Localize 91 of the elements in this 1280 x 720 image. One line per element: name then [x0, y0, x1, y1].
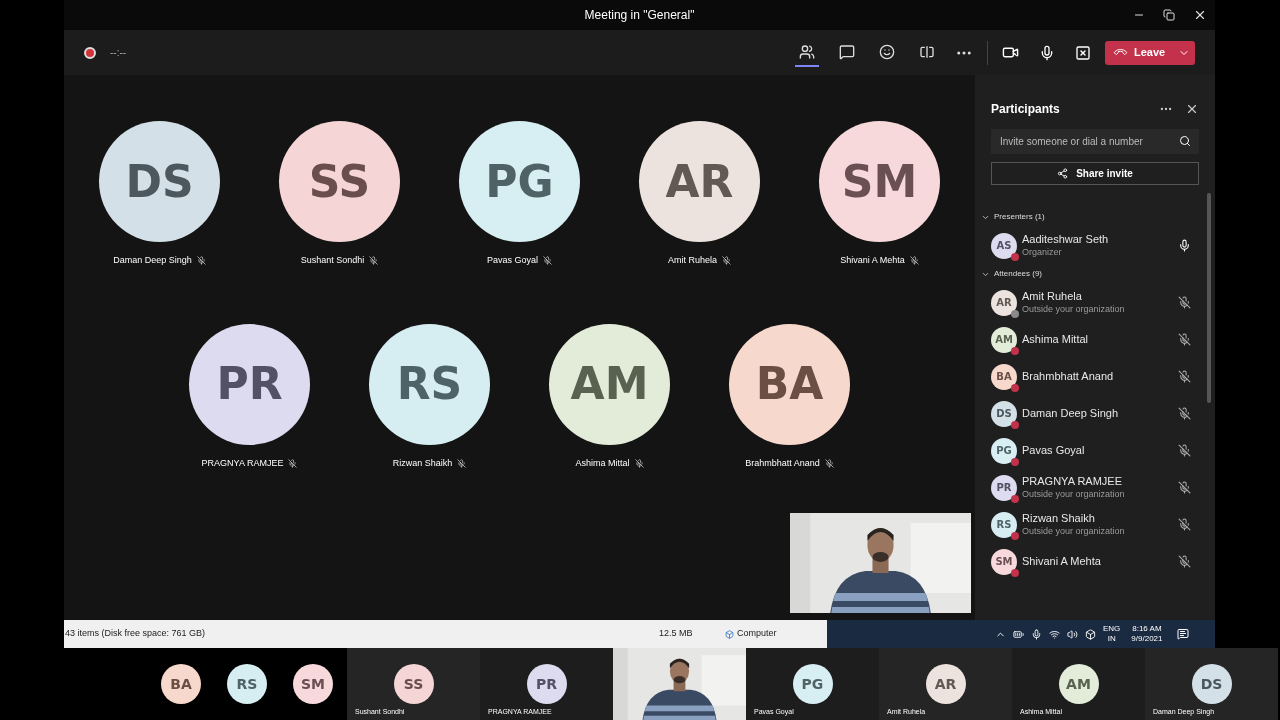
mic-icon[interactable]	[1031, 628, 1042, 640]
avatar: RS	[991, 511, 1017, 538]
participant-name: Sushant Sondhi	[300, 254, 365, 267]
participant-name: Shivani A Mehta	[1022, 554, 1102, 569]
avatar: AR	[991, 289, 1017, 316]
window-title: Meeting in "General"	[584, 7, 695, 24]
avatar: PR	[991, 474, 1017, 501]
participant-name: Ashima Mittal	[575, 456, 630, 470]
participant-name: Rizwan Shaikh	[1022, 512, 1096, 526]
avatar: PG	[459, 121, 580, 242]
participant-role: Organizer	[1022, 246, 1063, 258]
participant-name: Rizwan Shaikh	[392, 456, 453, 470]
participant-name: Daman Deep Singh	[1022, 406, 1119, 421]
avatar: AM	[991, 326, 1017, 353]
search-icon[interactable]	[1179, 135, 1191, 147]
avatar: BA	[161, 664, 201, 704]
people-icon	[799, 43, 815, 60]
avatar: PG	[792, 664, 833, 704]
muted-mic-icon	[909, 256, 919, 266]
avatar: DS	[991, 400, 1017, 427]
avatar: AR	[925, 664, 966, 704]
avatar: RS	[369, 323, 490, 445]
avatar: BA	[991, 363, 1017, 390]
mic-icon[interactable]	[1039, 44, 1055, 61]
close-icon[interactable]	[1193, 8, 1207, 22]
participant-name: PRAGNYA RAMJEE	[201, 456, 284, 470]
avatar: SM	[991, 548, 1017, 575]
participant-role: Outside your organization	[1022, 488, 1126, 500]
avatar: SS	[279, 121, 400, 242]
panel-title: Participants	[991, 101, 1061, 118]
participant-name: PRAGNYA RAMJEE	[1022, 475, 1124, 489]
participant-name: Pavas Goyal	[1022, 443, 1086, 458]
participant-name: Aaditeshwar Seth	[1022, 233, 1110, 247]
muted-mic-icon	[196, 256, 206, 266]
muted-mic-icon	[722, 256, 731, 266]
avatar: SS	[393, 664, 434, 704]
section-header[interactable]: Presenters (1)	[975, 207, 1215, 227]
avatar: AR	[639, 121, 760, 242]
muted-mic-icon	[369, 256, 379, 266]
status-location: Computer	[737, 627, 777, 641]
share-invite-button[interactable]: Share invite	[991, 162, 1199, 185]
participant-name: Daman Deep Singh	[113, 254, 192, 267]
muted-mic-icon	[824, 458, 834, 468]
muted-mic-icon	[543, 256, 552, 266]
recording-icon	[84, 46, 96, 59]
box-icon[interactable]	[1085, 628, 1096, 640]
avatar: BA	[729, 323, 850, 445]
avatar: DS	[99, 121, 220, 242]
avatar: SM	[293, 664, 333, 704]
leave-button[interactable]: Leave	[1105, 40, 1195, 65]
avatar: PR	[189, 323, 310, 445]
chat-icon	[839, 43, 855, 60]
participant-name: Brahmbhatt Anand	[745, 456, 820, 470]
participant-name: Shivani A Mehta	[840, 254, 905, 267]
participant-name: Amit Ruhela	[1022, 290, 1083, 304]
share-icon	[1057, 168, 1069, 179]
scrollbar[interactable]	[1207, 193, 1211, 403]
volume-icon[interactable]	[1067, 628, 1078, 640]
avatar: PR	[526, 664, 567, 704]
taskbar-clock[interactable]: 8:16 AM 9/9/2021	[1131, 624, 1163, 644]
share-screen-icon[interactable]	[1075, 44, 1091, 61]
restore-icon[interactable]	[1163, 9, 1175, 21]
participant-name: Ashima Mittal	[1022, 332, 1090, 347]
language-indicator[interactable]: ENG IN	[1103, 624, 1121, 644]
meeting-timer: --:--	[110, 46, 127, 60]
rooms-icon	[919, 43, 935, 60]
avatar: AS	[991, 232, 1017, 259]
notification-icon[interactable]	[1177, 628, 1190, 640]
avatar: PG	[991, 437, 1017, 464]
avatar: SM	[819, 121, 940, 242]
battery-icon[interactable]	[1013, 628, 1024, 640]
avatar: DS	[1191, 664, 1232, 704]
participant-name: Brahmbhatt Anand	[1022, 369, 1115, 384]
avatar: AM	[1058, 664, 1099, 704]
muted-mic-icon	[288, 458, 298, 468]
participant-role: Outside your organization	[1022, 303, 1126, 315]
participant-role: Outside your organization	[1022, 525, 1126, 537]
section-header[interactable]: Attendees (9)	[975, 264, 1215, 284]
status-size: 12.5 MB	[659, 627, 694, 641]
muted-mic-icon	[457, 458, 467, 468]
avatar: RS	[227, 664, 267, 704]
avatar: AM	[549, 323, 670, 445]
wifi-icon[interactable]	[1049, 628, 1060, 640]
reactions-icon	[879, 43, 895, 60]
computer-icon	[725, 629, 734, 639]
participant-name: Pavas Goyal	[487, 254, 538, 267]
participant-name: Amit Ruhela	[668, 254, 717, 267]
close-icon[interactable]	[1185, 102, 1199, 116]
status-item-count: 43 items (Disk free space: 761 GB)	[65, 627, 207, 641]
search-field[interactable]: Invite someone or dial a number	[991, 129, 1199, 154]
muted-mic-icon	[634, 458, 644, 468]
